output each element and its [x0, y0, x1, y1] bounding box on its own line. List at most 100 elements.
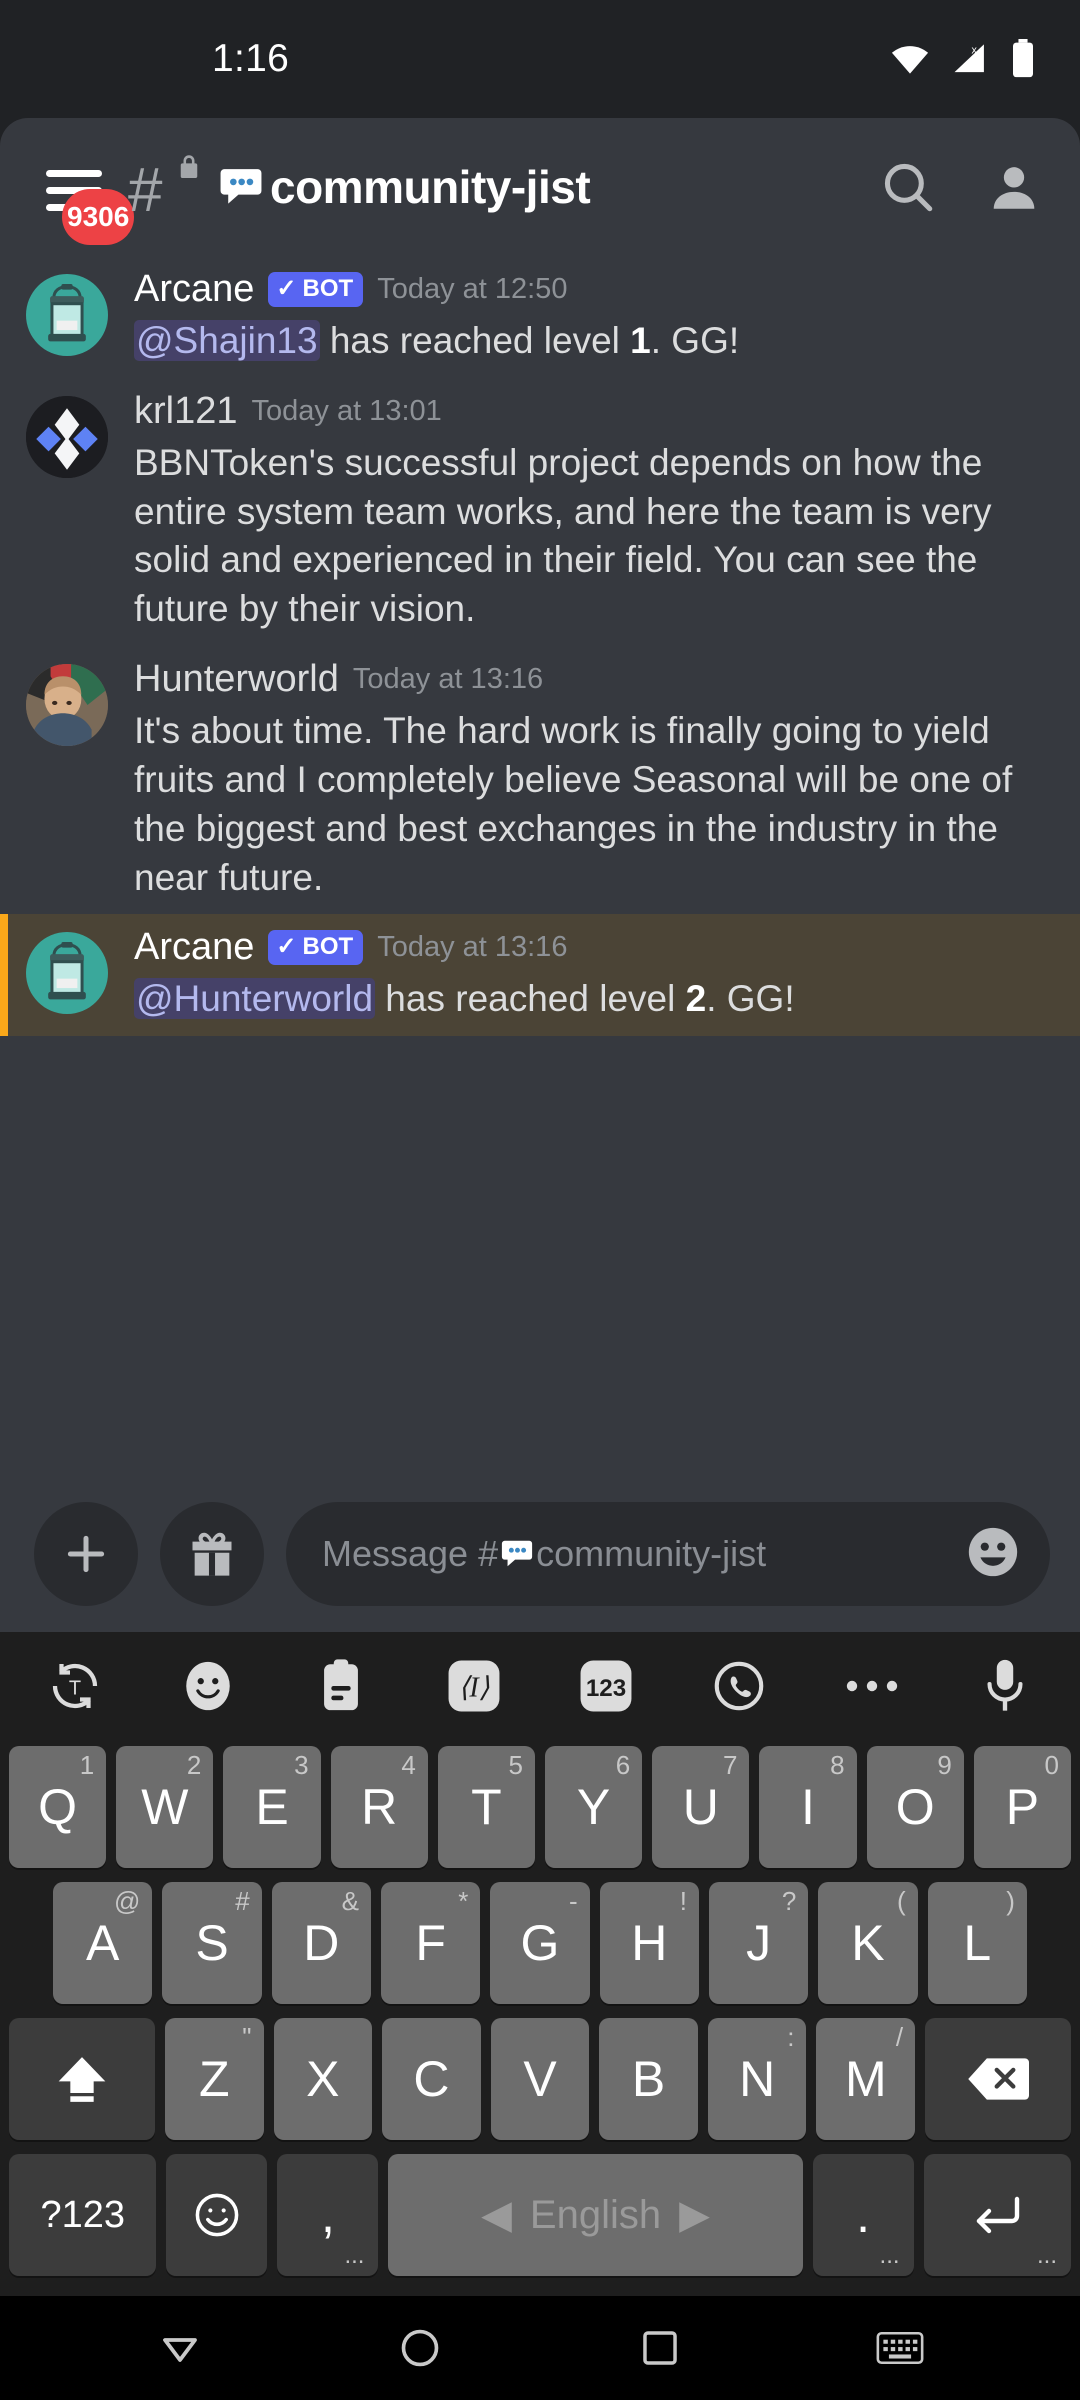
message-input-field[interactable]: Message # community-jist	[286, 1502, 1050, 1606]
period-key[interactable]: ....	[812, 2154, 914, 2276]
key-hint: 5	[508, 1750, 523, 1780]
message-input-placeholder: Message # community-jist	[322, 1533, 766, 1575]
key-c[interactable]: C	[382, 2018, 481, 2140]
message-timestamp: Today at 12:50	[377, 273, 568, 305]
members-icon[interactable]	[982, 155, 1046, 219]
key-n[interactable]: :N	[707, 2018, 807, 2140]
next-lang-arrow-icon[interactable]: ▶	[679, 2192, 710, 2238]
key-w[interactable]: 2W	[116, 1746, 214, 1868]
krl121-diamond-avatar[interactable]	[26, 395, 108, 478]
microphone-icon[interactable]	[970, 1651, 1040, 1721]
keyboard-row-2: @ A # S & D * F -G ! H ? J (K ) L	[4, 1882, 1076, 2004]
key-a[interactable]: @ A	[53, 1882, 153, 2004]
space-key[interactable]: ◀ English ▶	[388, 2154, 803, 2276]
message-header: Hunterworld Today at 13:16	[134, 658, 1050, 701]
shift-icon	[58, 2057, 106, 2102]
backspace-key[interactable]	[925, 2018, 1071, 2140]
comma-key[interactable]: ,...	[277, 2154, 379, 2276]
key-f[interactable]: * F	[381, 1882, 481, 2004]
key-j[interactable]: ? J	[708, 1882, 809, 2004]
message-level-value: 2	[685, 978, 707, 1020]
message-author[interactable]: Hunterworld	[134, 658, 339, 701]
symbols-key[interactable]: ?123	[9, 2154, 157, 2276]
gift-button[interactable]	[160, 1502, 264, 1606]
key-label: G	[520, 1915, 560, 1971]
key-y[interactable]: 6Y	[545, 1746, 643, 1868]
key-q[interactable]: 1Q	[8, 1746, 107, 1868]
gift-icon	[192, 1532, 232, 1576]
prev-lang-arrow-icon[interactable]: ◀	[481, 2192, 512, 2238]
channel-title[interactable]: community-jist	[218, 160, 591, 214]
message-author[interactable]: Arcane	[134, 926, 254, 969]
key-i[interactable]: 8I	[759, 1746, 857, 1868]
emoji-face-icon[interactable]	[964, 1523, 1022, 1586]
arcane-lantern-avatar[interactable]	[26, 274, 108, 356]
shift-key[interactable]	[9, 2018, 155, 2140]
add-attachment-button[interactable]	[34, 1502, 138, 1606]
key-o[interactable]: 9O	[866, 1746, 964, 1868]
speech-balloon-emoji	[220, 169, 262, 204]
key-label: J	[746, 1915, 772, 1971]
bot-label: BOT	[302, 933, 354, 961]
key-p[interactable]: 0P	[973, 1746, 1072, 1868]
message-row[interactable]: krl121 Today at 13:01 BBNToken's success…	[0, 378, 1080, 646]
hamburger-menu-button[interactable]: 9306	[44, 156, 135, 245]
key-u[interactable]: 7U	[652, 1746, 750, 1868]
android-keyboard: T ⟨I⟩ 123 1 Q 2 W 3 E 4 R 5 T 6 Y 7 U 8 …	[0, 1632, 1080, 2296]
message-row[interactable]: Arcane ✓ BOT Today at 12:50 @Shajin13 has…	[0, 256, 1080, 378]
key-t[interactable]: 5T	[437, 1746, 535, 1868]
more-options-icon[interactable]	[837, 1651, 907, 1721]
message-list[interactable]: Arcane ✓ BOT Today at 12:50 @Shajin13 has…	[0, 256, 1080, 1480]
voice-call-icon[interactable]	[704, 1651, 774, 1721]
enter-key[interactable]: ...	[923, 2154, 1071, 2276]
key-x[interactable]: X	[273, 2018, 373, 2140]
key-hint: 7	[722, 1750, 738, 1780]
numbers-123-icon[interactable]: 123	[571, 1651, 641, 1721]
key-hint: @	[113, 1886, 141, 1916]
search-icon[interactable]	[876, 155, 940, 219]
bot-badge: ✓ BOT	[268, 272, 364, 307]
key-m[interactable]: / M	[816, 2018, 916, 2140]
key-v[interactable]: V	[490, 2018, 590, 2140]
key-hint: -	[568, 1886, 578, 1916]
back-triangle-icon[interactable]	[145, 2313, 215, 2383]
channel-hash-lock: #	[128, 150, 202, 224]
sticker-smiley-icon[interactable]	[173, 1651, 243, 1721]
clipboard-icon[interactable]	[306, 1651, 376, 1721]
key-b[interactable]: B	[599, 2018, 698, 2140]
user-mention[interactable]: @Hunterworld	[134, 978, 376, 1020]
bot-badge: ✓ BOT	[268, 930, 364, 966]
hash-icon: #	[128, 156, 163, 225]
message-row-mention[interactable]: Arcane ✓ BOT Today at 13:16 @Hunterworld …	[0, 914, 1080, 1037]
message-input-bar: Message # community-jist	[0, 1480, 1080, 1632]
user-mention[interactable]: @Shajin13	[134, 320, 320, 361]
key-hint: 0	[1044, 1750, 1060, 1780]
recents-square-icon[interactable]	[625, 2313, 695, 2383]
message-author[interactable]: Arcane	[134, 268, 254, 311]
text-format-icon[interactable]: ⟨I⟩	[439, 1651, 509, 1721]
space-key-label: ◀ English ▶	[481, 2192, 710, 2238]
keyboard-icon[interactable]	[865, 2313, 935, 2383]
message-row[interactable]: Hunterworld Today at 13:16 It's about ti…	[0, 646, 1080, 914]
emoji-key[interactable]	[166, 2154, 268, 2276]
home-circle-icon[interactable]	[385, 2313, 455, 2383]
key-z[interactable]: " Z	[164, 2018, 264, 2140]
hunterworld-photo-avatar[interactable]	[26, 664, 108, 747]
arcane-lantern-avatar[interactable]	[26, 932, 108, 1015]
translate-icon[interactable]: T	[40, 1651, 110, 1721]
message-text-middle: has reached level	[319, 320, 631, 361]
key-hint: 4	[401, 1750, 416, 1780]
placeholder-prefix: Message #	[322, 1533, 499, 1574]
key-g[interactable]: -G	[490, 1882, 590, 2004]
key-e[interactable]: 3E	[223, 1746, 321, 1868]
key-d[interactable]: & D	[271, 1882, 371, 2004]
key-s[interactable]: # S	[162, 1882, 262, 2004]
key-r[interactable]: 4R	[330, 1746, 428, 1868]
cellular-signal-icon: x	[950, 42, 990, 76]
key-h[interactable]: ! H	[599, 1882, 699, 2004]
message-author[interactable]: krl121	[134, 390, 238, 433]
key-k[interactable]: (K	[818, 1882, 918, 2004]
key-l[interactable]: ) L	[927, 1882, 1027, 2004]
lock-icon	[180, 155, 198, 178]
key-hint: "	[242, 2022, 252, 2052]
